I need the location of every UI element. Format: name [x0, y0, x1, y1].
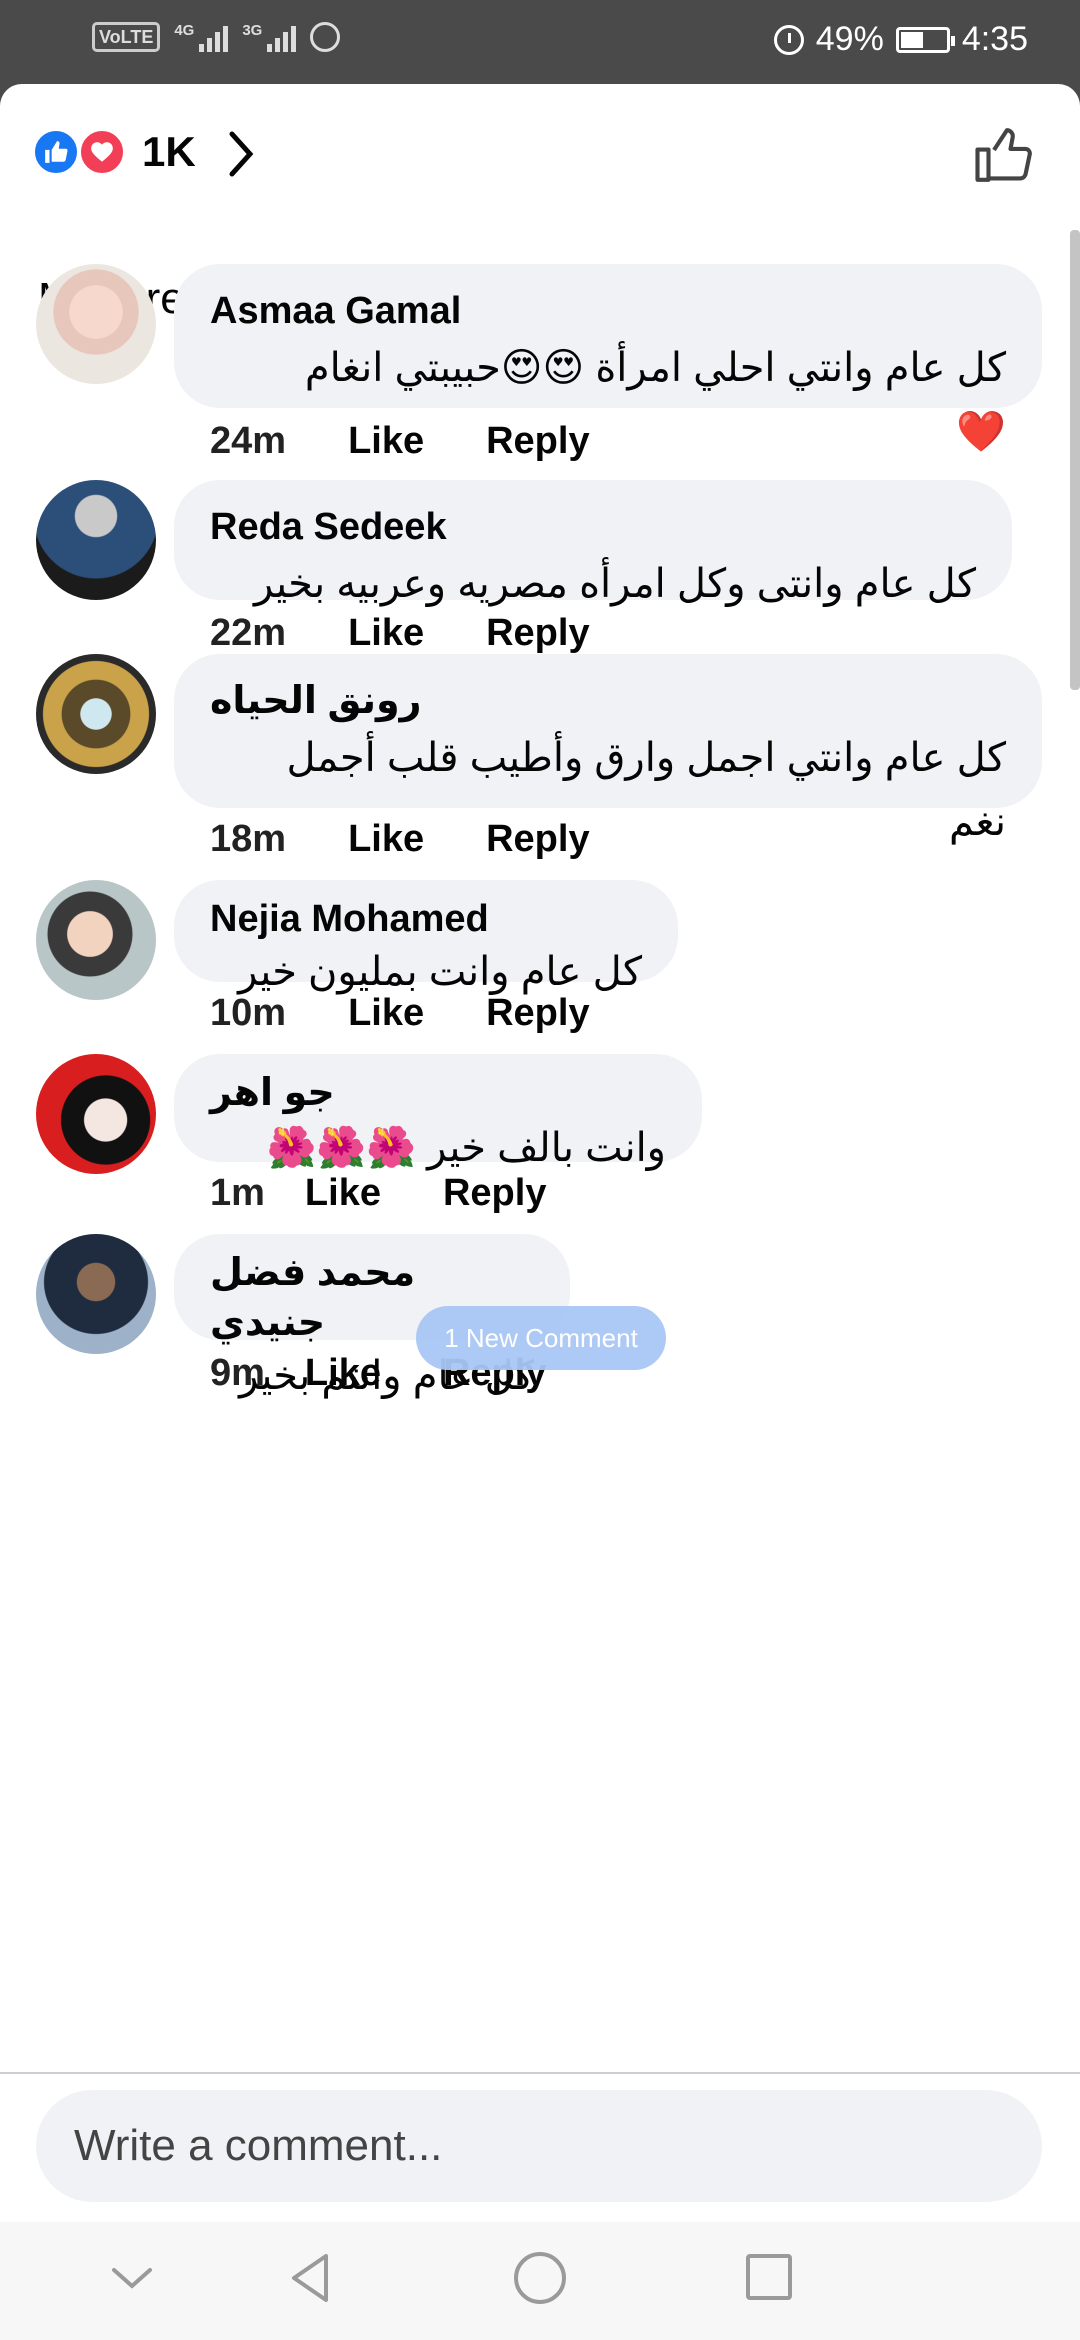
- comment-text: كل عام وانتي احلي امرأة 😍😍حبيبتي انغام: [304, 346, 1006, 390]
- comment-actions: 24m Like Reply: [210, 420, 590, 463]
- comment-author[interactable]: جو اهر: [210, 1068, 666, 1118]
- comment-text: كل عام وانتي اجمل وارق وأطيب قلب أجمل: [286, 736, 1006, 780]
- comment-time[interactable]: 22m: [210, 612, 286, 655]
- signal-icon-2: 3G: [242, 22, 297, 52]
- reply-button[interactable]: Reply: [486, 612, 589, 655]
- like-button[interactable]: Like: [305, 1352, 381, 1395]
- comment-bubble: Nejia Mohamed كل عام وانت بمليون خير: [174, 880, 678, 994]
- network-type-1: 4G: [174, 22, 195, 39]
- reactions-header[interactable]: 1K: [0, 84, 1080, 234]
- alarm-icon: [773, 24, 804, 55]
- whatsapp-icon: [310, 22, 341, 52]
- avatar[interactable]: [36, 654, 156, 774]
- like-reaction-icon: [32, 128, 80, 176]
- avatar[interactable]: [36, 1054, 156, 1174]
- comment-composer: Write a comment...: [0, 2072, 1080, 2222]
- new-comment-pill[interactable]: 1 New Comment: [416, 1306, 666, 1370]
- comment-author[interactable]: Asmaa Gamal: [210, 286, 1006, 336]
- comment-input[interactable]: Write a comment...: [36, 2090, 1042, 2202]
- nav-home-icon[interactable]: [512, 2250, 568, 2306]
- avatar[interactable]: [36, 480, 156, 600]
- comment-time[interactable]: 24m: [210, 420, 286, 463]
- comment-time[interactable]: 9m: [210, 1352, 265, 1395]
- love-reaction-icon: [78, 128, 126, 176]
- comment-author[interactable]: Nejia Mohamed: [210, 894, 642, 944]
- like-button[interactable]: Like: [348, 612, 424, 655]
- reply-button[interactable]: Reply: [486, 992, 589, 1035]
- reply-button[interactable]: Reply: [486, 818, 589, 861]
- like-button[interactable]: Like: [348, 420, 424, 463]
- battery-percent: 49%: [815, 20, 884, 58]
- comment-time[interactable]: 1m: [210, 1172, 265, 1215]
- comment-actions: 18m Like Reply: [210, 818, 590, 861]
- comment-time[interactable]: 10m: [210, 992, 286, 1035]
- comment-actions: 1m Like Reply: [210, 1172, 546, 1215]
- like-outline-icon[interactable]: [972, 122, 1038, 188]
- comment-bubble: Reda Sedeek كل عام وانتى وكل امرأه مصريه…: [174, 480, 1012, 606]
- avatar[interactable]: [36, 880, 156, 1000]
- chevron-right-icon: [229, 131, 254, 177]
- reaction-count: 1K: [142, 128, 196, 175]
- navigation-bar: [0, 2222, 1080, 2340]
- battery-icon: [895, 26, 955, 53]
- like-button[interactable]: Like: [348, 818, 424, 861]
- comment-bubble: Asmaa Gamal كل عام وانتي احلي امرأة 😍😍حب…: [174, 264, 1042, 454]
- like-button[interactable]: Like: [305, 1172, 381, 1215]
- comments-sheet: 1K Most relevant Asmaa Gamal كل عام وانت…: [0, 84, 1080, 2340]
- reply-button[interactable]: Reply: [443, 1172, 546, 1215]
- status-bar: VoLTE 4G 3G 49% 4:35: [0, 0, 1080, 84]
- comment-time[interactable]: 18m: [210, 818, 286, 861]
- status-right: 49% 4:35: [773, 20, 1028, 59]
- reply-button[interactable]: Reply: [486, 420, 589, 463]
- comment-actions: 22m Like Reply: [210, 612, 590, 655]
- network-type-2: 3G: [242, 22, 263, 39]
- signal-icon-1: 4G: [174, 22, 229, 52]
- comment-text: كل عام وانتى وكل امرأه مصريه وعربيه بخير: [253, 562, 976, 606]
- scrollbar[interactable]: [1070, 230, 1080, 690]
- volte-indicator: VoLTE: [92, 22, 161, 52]
- comment-author[interactable]: Reda Sedeek: [210, 502, 976, 552]
- clock: 4:35: [961, 20, 1028, 58]
- comment-actions: 10m Like Reply: [210, 992, 590, 1035]
- comment-text: وانت بالف خير 🌺🌺🌺: [266, 1126, 666, 1170]
- nav-collapse-icon[interactable]: [110, 2264, 154, 2292]
- avatar[interactable]: [36, 264, 156, 384]
- nav-back-icon[interactable]: [286, 2250, 332, 2306]
- comment-bubble: جو اهر وانت بالف خير 🌺🌺🌺: [174, 1054, 702, 1170]
- avatar[interactable]: [36, 1234, 156, 1354]
- nav-recents-icon[interactable]: [744, 2252, 794, 2302]
- comment-bubble: رونق الحياه كل عام وانتي اجمل وارق وأطيب…: [174, 654, 1042, 844]
- comment-author[interactable]: رونق الحياه: [210, 676, 1006, 726]
- status-left: VoLTE 4G 3G: [92, 22, 341, 52]
- like-button[interactable]: Like: [348, 992, 424, 1035]
